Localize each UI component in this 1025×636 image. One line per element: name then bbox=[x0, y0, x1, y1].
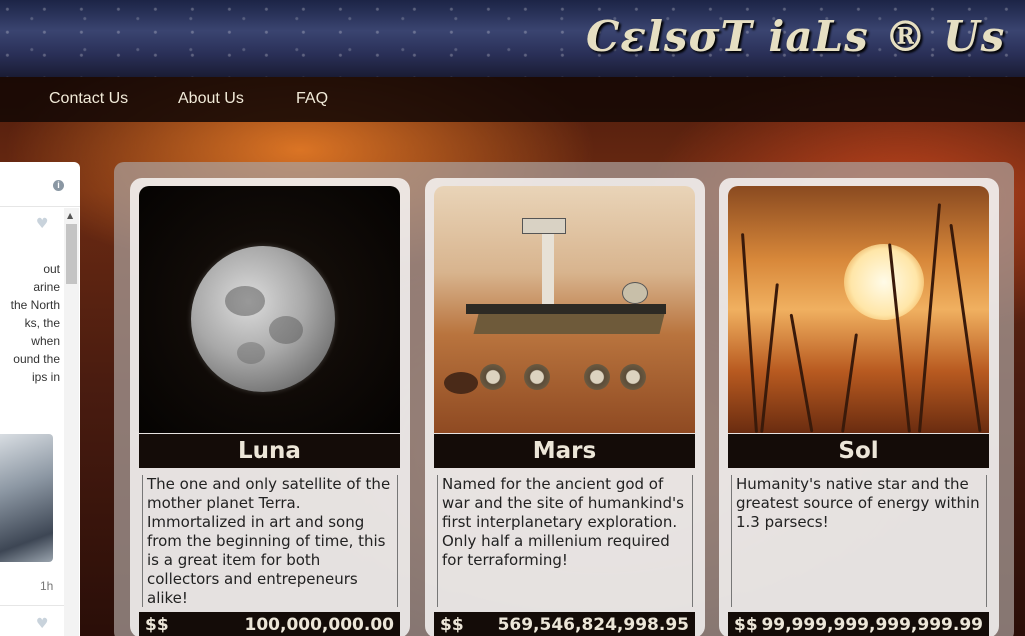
product-description: Humanity's native star and the greatest … bbox=[731, 475, 987, 607]
sol-image[interactable] bbox=[728, 186, 989, 433]
product-price-bar: $$ 569,546,824,998.95 bbox=[434, 612, 695, 636]
grass-stalk-graphic bbox=[741, 233, 758, 433]
site-header: CεlsσT iaLs ® Us bbox=[0, 0, 1025, 77]
product-card-sol[interactable]: Sol Humanity's native star and the great… bbox=[719, 178, 999, 636]
twitter-widget: i ♥ out arine the North ks, the when oun… bbox=[0, 162, 80, 636]
grass-stalk-graphic bbox=[789, 313, 814, 433]
widget-header: i bbox=[0, 162, 80, 207]
luna-image[interactable] bbox=[139, 186, 400, 433]
product-card-luna[interactable]: Luna The one and only satellite of the m… bbox=[130, 178, 410, 636]
nav-contact-us[interactable]: Contact Us bbox=[49, 90, 128, 108]
product-price-bar: $$ 99,999,999,999,999.99 bbox=[728, 612, 989, 636]
price-amount: 100,000,000.00 bbox=[244, 615, 395, 635]
rover-antenna-graphic bbox=[622, 282, 648, 304]
sun-graphic bbox=[844, 244, 924, 320]
rover-solar-panel-graphic bbox=[466, 304, 666, 314]
nav-about-us[interactable]: About Us bbox=[178, 90, 244, 108]
rover-camera-graphic bbox=[522, 218, 566, 234]
tweet-text: out arine the North ks, the when ound th… bbox=[10, 262, 60, 384]
product-title: Mars bbox=[434, 434, 695, 468]
site-logo[interactable]: CεlsσT iaLs ® Us bbox=[586, 12, 1005, 61]
rock-graphic bbox=[444, 372, 478, 394]
price-currency: $$ bbox=[734, 615, 758, 635]
grass-stalk-graphic bbox=[841, 333, 858, 433]
product-price-bar: $$ 100,000,000.00 bbox=[139, 612, 400, 636]
rover-wheel-graphic bbox=[524, 364, 550, 390]
grass-stalk-graphic bbox=[917, 203, 942, 433]
rover-body-graphic bbox=[473, 314, 665, 334]
product-title: Luna bbox=[139, 434, 400, 468]
nav-faq[interactable]: FAQ bbox=[296, 90, 328, 108]
rover-wheel-graphic bbox=[620, 364, 646, 390]
product-card-mars[interactable]: Mars Named for the ancient god of war an… bbox=[425, 178, 705, 636]
twitter-bird-icon[interactable]: ♥ bbox=[36, 617, 52, 631]
grass-stalk-graphic bbox=[760, 283, 779, 433]
grass-stalk-graphic bbox=[949, 223, 982, 433]
product-title: Sol bbox=[728, 434, 989, 468]
mars-image[interactable] bbox=[434, 186, 695, 433]
tweet-divider bbox=[0, 605, 64, 606]
product-description: Named for the ancient god of war and the… bbox=[437, 475, 693, 607]
twitter-bird-icon[interactable]: ♥ bbox=[36, 217, 52, 231]
rover-wheel-graphic bbox=[584, 364, 610, 390]
main-nav: Contact Us About Us FAQ bbox=[0, 77, 1025, 122]
price-amount: 99,999,999,999,999.99 bbox=[761, 615, 983, 635]
moon-graphic bbox=[191, 246, 335, 392]
rover-mast-graphic bbox=[542, 226, 554, 306]
price-amount: 569,546,824,998.95 bbox=[497, 615, 689, 635]
product-description: The one and only satellite of the mother… bbox=[142, 475, 398, 607]
widget-scrollbar[interactable]: ▲ bbox=[64, 208, 79, 636]
scroll-thumb[interactable] bbox=[66, 224, 77, 284]
scroll-up-icon[interactable]: ▲ bbox=[67, 211, 73, 220]
tweet-timestamp[interactable]: 1h bbox=[40, 579, 53, 593]
info-icon[interactable]: i bbox=[53, 180, 64, 191]
price-currency: $$ bbox=[440, 615, 464, 635]
tweet-image[interactable] bbox=[0, 434, 53, 562]
rover-wheel-graphic bbox=[480, 364, 506, 390]
price-currency: $$ bbox=[145, 615, 169, 635]
